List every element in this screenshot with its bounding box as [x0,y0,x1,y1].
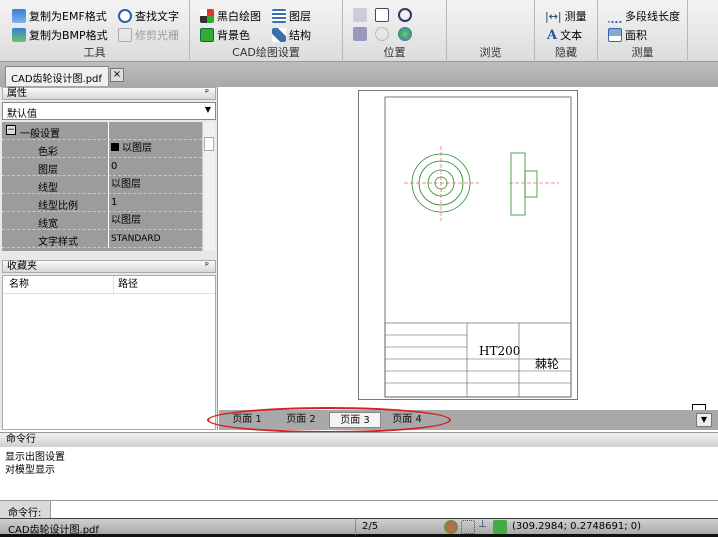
zoom-globe-icon[interactable] [398,27,412,41]
property-row[interactable]: 文字样式 STANDARD [2,230,202,248]
chevron-down-icon[interactable]: ▼ [696,413,712,427]
snap-icon[interactable] [444,520,458,534]
group-label: 工具 [83,46,106,59]
favorites-list: 名称 路径 [2,275,216,430]
properties-header: 属性 ᵖ [2,87,216,100]
pin-icon[interactable]: ᵖ [205,261,209,272]
properties-scrollbar[interactable] [202,122,215,251]
black-white-icon [200,9,214,23]
material-label: HT200 [479,344,520,358]
part-name-label: 棘轮 [535,357,559,371]
status-bar: CAD齿轮设计图.pdf 2/5 ⊥ (309.2984; 0.2748691;… [0,518,718,537]
area-icon [608,28,622,42]
trim-raster-icon [118,28,132,42]
property-row[interactable]: 图层 0 [2,158,202,176]
copy-emf-button[interactable]: 复制为EMF格式 [12,8,107,24]
black-white-button[interactable]: 黑白绘图 [200,8,261,24]
highlight-ellipse [207,407,451,433]
document-tab[interactable]: CAD齿轮设计图.pdf [5,66,109,86]
zoom-out-icon[interactable] [398,8,412,22]
column-name[interactable]: 名称 [9,276,29,294]
properties-grid: − 一般设置 色彩 以图层 图层 0 线型 以图层 线型比例 1 线宽 以图层 文字样式 ST… [2,122,202,251]
document-tab-bar: CAD齿轮设计图.pdf × [0,62,718,87]
command-line-header: 命令行 [0,432,718,447]
pin-icon[interactable]: ᵖ [205,88,209,99]
grid-icon[interactable] [461,520,475,534]
group-position: 位置 [343,0,447,62]
trim-raster-button[interactable]: 修剪光栅 [118,27,179,43]
properties-dropdown[interactable]: 默认值 ▼ [2,102,216,120]
coordinates: (309.2984; 0.2748691; 0) [512,521,642,532]
chevron-down-icon: ▼ [204,105,211,114]
group-measure: 多段线长度 面积 测量 [598,0,688,62]
left-panel: 属性 ᵖ 默认值 ▼ − 一般设置 色彩 以图层 图层 0 线型 以图层 线型比例 1 线宽以… [0,87,218,430]
group-label: CAD绘图设置 [232,46,300,59]
column-path[interactable]: 路径 [113,276,138,294]
color-swatch-icon [111,143,119,151]
ribbon: 复制为EMF格式 复制为BMP格式 查找文字 修剪光栅 工具 黑白绘图 背景色 … [0,0,718,62]
background-color-button[interactable]: 背景色 [200,27,250,43]
close-tab-icon[interactable]: × [110,68,124,82]
favorites-header: 收藏夹 ᵖ [2,260,216,273]
structure-icon [272,28,286,42]
hide-measure-button[interactable]: |↔| 测量 [545,8,587,24]
group-hide: |↔| 测量 A 文本 隐藏 [535,0,598,62]
property-row[interactable]: 色彩 以图层 [2,140,202,158]
gear-drawing: HT200 棘轮 [384,96,572,398]
group-label: 测量 [631,46,654,59]
osnap-icon[interactable] [493,520,507,534]
emf-icon [12,9,26,23]
bmp-icon [12,28,26,42]
rotate-icon[interactable] [353,27,367,41]
group-cad-settings: 黑白绘图 背景色 图层 结构 CAD绘图设置 [190,0,343,62]
structure-button[interactable]: 结构 [272,27,311,43]
command-input[interactable] [50,501,718,518]
gear-side-view [510,152,538,216]
measure-icon: |↔| [545,9,562,23]
command-output: 显示出图设置 对模型显示 [0,448,718,500]
copy-view-icon[interactable] [353,8,367,22]
drawing-sheet: HT200 棘轮 [358,90,578,400]
group-label: 浏览 [479,46,502,59]
page-tabs-bar: 页面 1 页面 2 页面 3 页面 4 ▼ [207,407,718,433]
find-text-button[interactable]: 查找文字 [118,8,179,24]
section-general[interactable]: − 一般设置 [2,122,202,140]
group-label: 位置 [383,46,406,59]
copy-bmp-button[interactable]: 复制为BMP格式 [12,27,108,43]
group-label: 隐藏 [555,46,577,59]
property-row[interactable]: 线型 以图层 [2,176,202,194]
property-row[interactable]: 线型比例 1 [2,194,202,212]
background-color-icon [200,28,214,42]
hide-text-button[interactable]: A 文本 [547,27,582,43]
ortho-icon[interactable]: ⊥ [478,519,487,530]
group-browse: 浏览 [447,0,535,62]
zoom-disabled-icon[interactable] [375,27,389,41]
layers-icon [272,9,286,23]
group-tools: 复制为EMF格式 复制为BMP格式 查找文字 修剪光栅 工具 [0,0,190,62]
command-input-row: 命令行: [0,500,718,519]
drawing-canvas[interactable]: HT200 棘轮 [219,87,718,414]
polyline-length-icon [608,9,622,23]
collapse-icon[interactable]: − [6,125,16,135]
area-button[interactable]: 面积 [608,27,647,43]
find-text-icon [118,9,132,23]
fit-window-icon[interactable] [375,8,389,22]
polyline-length-button[interactable]: 多段线长度 [608,8,680,24]
property-row[interactable]: 线宽 以图层 [2,212,202,230]
text-icon: A [547,27,558,43]
layers-button[interactable]: 图层 [272,8,311,24]
